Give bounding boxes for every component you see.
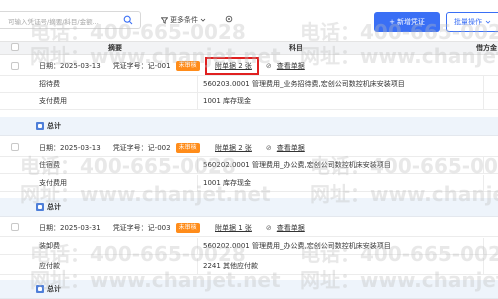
select-all-checkbox[interactable] [11, 43, 19, 51]
chevron-down-icon [485, 20, 491, 24]
total-row: 总计 [0, 198, 498, 217]
header-debit: 借方金 [476, 44, 497, 52]
total-label: 总计 [47, 122, 61, 130]
status-badge: 未审核 [175, 142, 200, 153]
batch-operations-label: 批量操作 [454, 18, 482, 26]
entry-summary: 住宿费 [39, 161, 60, 169]
highlight-box [205, 57, 259, 75]
batch-operations-button[interactable]: 批量操作 [446, 12, 498, 32]
status-badge: 未审核 [175, 222, 200, 233]
entry-line[interactable]: 装卸费 560202.0001 管理费用_办公费,宏创公司数控机床安装项目 [0, 238, 498, 255]
entry-account: 560203.0001 管理费用_业务招待费,宏创公司数控机床安装项目 [203, 80, 405, 88]
attachments-link[interactable]: 附单据 2 张 [215, 143, 252, 153]
plus-icon: + [389, 18, 395, 26]
sum-icon [36, 203, 44, 211]
chevron-down-icon [200, 18, 206, 22]
total-label: 总计 [47, 285, 61, 293]
total-row: 总计 [0, 117, 498, 136]
view-documents-link[interactable]: 查看单据 [277, 143, 305, 153]
gear-icon[interactable] [224, 14, 234, 24]
sum-icon [36, 285, 44, 293]
entry-account: 1001 库存现金 [203, 97, 252, 105]
row-checkbox[interactable] [11, 223, 19, 231]
voucher-header-row: 日期：2025-03-31 凭证字号：记-003 未审核 附单据 1 张 ⊘ 查… [0, 219, 498, 237]
voucher-date: 日期：2025-03-31 [39, 223, 101, 232]
voucher-number: 凭证字号：记-001 [112, 62, 171, 70]
entry-summary: 装卸费 [39, 242, 60, 250]
entry-summary: 支付费用 [39, 179, 67, 187]
row-checkbox[interactable] [11, 62, 19, 70]
entry-account: 560202.0001 管理费用_办公费,宏创公司数控机床安装项目 [203, 242, 391, 250]
voucher-header-row: 日期：2025-03-13 凭证字号：记-002 未审核 附单据 2 张 ⊘ 查… [0, 139, 498, 157]
voucher-date: 日期：2025-03-13 [39, 62, 101, 70]
table-header: 摘要 科目 借方金 [0, 41, 498, 55]
voucher-number: 凭证字号：记-002 [112, 143, 171, 152]
entry-line[interactable]: 应付款 2241 其他应付款 [0, 258, 498, 275]
new-voucher-button[interactable]: + 新增凭证 [374, 12, 440, 32]
status-badge: 未审核 [175, 61, 200, 71]
more-conditions-label: 更多条件 [170, 16, 198, 24]
entry-line[interactable]: 支付费用 1001 库存现金 [0, 93, 498, 110]
more-conditions-button[interactable]: 更多条件 [161, 15, 206, 25]
entry-account: 1001 库存现金 [203, 179, 252, 187]
header-summary: 摘要 [108, 44, 122, 52]
entry-account: 2241 其他应付款 [203, 262, 259, 270]
search-icon[interactable] [123, 15, 133, 25]
total-row: 总计 [0, 280, 498, 299]
search-input[interactable]: 可输入凭证号/摘要/科目/金额... [0, 11, 141, 29]
entry-summary: 应付款 [39, 262, 60, 270]
row-checkbox[interactable] [11, 143, 19, 151]
view-documents-link[interactable]: 查看单据 [277, 61, 305, 71]
header-account: 科目 [289, 44, 303, 52]
entry-line[interactable]: 支付费用 1001 库存现金 [0, 175, 498, 192]
voucher-date: 日期：2025-03-13 [39, 143, 101, 152]
voucher-number: 凭证字号：记-003 [112, 223, 171, 232]
new-voucher-label: 新增凭证 [396, 18, 425, 26]
entry-line[interactable]: 住宿费 560202.0001 管理费用_办公费,宏创公司数控机床安装项目 [0, 157, 498, 174]
entry-summary: 招待费 [39, 80, 60, 88]
sum-icon [36, 122, 44, 130]
search-placeholder: 可输入凭证号/摘要/科目/金额... [8, 18, 99, 26]
toolbar: 可输入凭证号/摘要/科目/金额... 更多条件 + 新增凭证 批量操作 [0, 0, 498, 37]
attachments-link[interactable]: 附单据 1 张 [215, 223, 252, 233]
total-label: 总计 [47, 203, 61, 211]
attachment-clip-icon[interactable]: ⊘ [266, 224, 272, 232]
entry-summary: 支付费用 [39, 97, 67, 105]
view-documents-link[interactable]: 查看单据 [277, 223, 305, 233]
entry-account: 560202.0001 管理费用_办公费,宏创公司数控机床安装项目 [203, 161, 391, 169]
attachment-clip-icon[interactable]: ⊘ [266, 62, 272, 70]
filter-icon [161, 16, 168, 24]
attachment-clip-icon[interactable]: ⊘ [266, 144, 272, 152]
entry-line[interactable]: 招待费 560203.0001 管理费用_业务招待费,宏创公司数控机床安装项目 [0, 76, 498, 93]
